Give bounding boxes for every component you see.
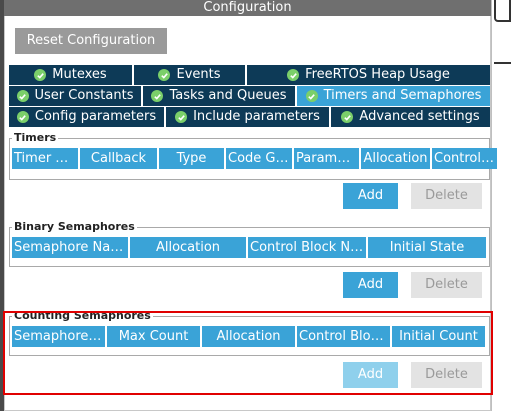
timers-delete-button[interactable]: Delete [411,183,482,209]
reset-configuration-button[interactable]: Reset Configuration [15,28,167,54]
column-header[interactable]: Callback [80,148,157,169]
binary-semaphores-group-title: Binary Semaphores [12,220,137,233]
check-icon [175,111,188,123]
tab-tasks-and-queues[interactable]: Tasks and Queues [143,86,295,106]
tab-mutexes[interactable]: Mutexes [9,65,132,85]
column-header[interactable]: Semaphore Name [12,237,128,258]
highlight-box [3,311,493,395]
tab-events[interactable]: Events [134,65,245,85]
tab-include-parameters[interactable]: Include parameters [166,107,329,127]
tab-config-parameters[interactable]: Config parameters [9,107,164,127]
check-icon [341,111,354,123]
binary-semaphores-add-button[interactable]: Add [343,272,398,298]
column-header[interactable]: Code Ge... [226,148,292,169]
side-panel-divider [494,62,511,64]
column-header[interactable]: Control ... [432,148,497,169]
check-icon [16,90,29,102]
column-header[interactable]: Type [159,148,224,169]
tab-timers-and-semaphores[interactable]: Timers and Semaphores [297,86,490,106]
panel-title: Configuration [4,0,491,16]
side-panel-handle[interactable] [494,0,511,22]
column-header[interactable]: Timer N... [12,148,78,169]
tab-label: FreeRTOS Heap Usage [305,67,450,82]
tab-label: User Constants [34,88,134,103]
check-icon [16,111,29,123]
timers-table-header: Timer N... Callback Type Code Ge... Para… [12,148,497,169]
tab-label: Events [176,67,221,82]
check-icon [158,69,171,81]
column-header[interactable]: Allocation [361,148,430,169]
tab-label: Tasks and Queues [169,88,287,103]
tab-label: Include parameters [193,109,320,124]
column-header[interactable]: Parameter [294,148,359,169]
check-icon [151,90,164,102]
tab-label: Mutexes [52,67,107,82]
binary-semaphores-table-header: Semaphore Name Allocation Control Block … [12,237,486,258]
column-header[interactable]: Allocation [130,237,246,258]
tab-label: Advanced settings [359,109,480,124]
tab-user-constants[interactable]: User Constants [9,86,141,106]
check-icon [34,69,47,81]
tab-advanced-settings[interactable]: Advanced settings [331,107,490,127]
tab-label: Config parameters [34,109,157,124]
binary-semaphores-delete-button[interactable]: Delete [411,272,482,298]
column-header[interactable]: Initial State [368,237,486,258]
column-header[interactable]: Control Block Na... [248,237,366,258]
check-icon [305,90,318,102]
timers-group-title: Timers [12,131,59,144]
tab-label: Timers and Semaphores [323,88,482,103]
check-icon [287,69,300,81]
tab-freertos-heap-usage[interactable]: FreeRTOS Heap Usage [247,65,490,85]
timers-add-button[interactable]: Add [343,183,398,209]
